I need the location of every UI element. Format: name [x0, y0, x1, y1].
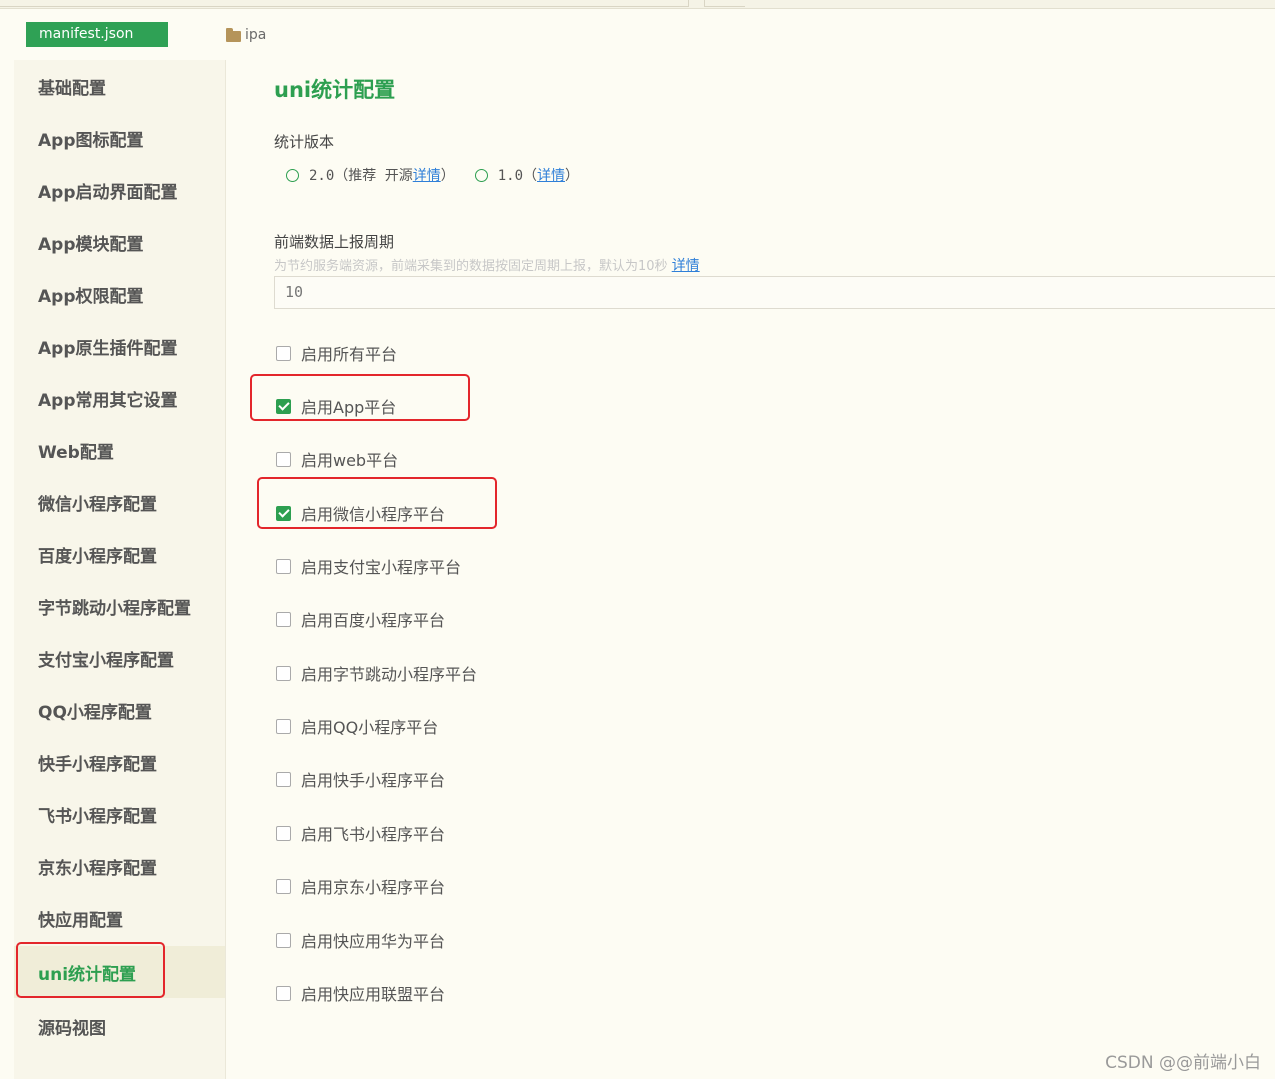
checkbox-label: 启用快应用华为平台: [301, 932, 446, 951]
checkbox[interactable]: [276, 345, 291, 361]
sidebar-item-toutiao-mp[interactable]: 字节跳动小程序配置: [14, 580, 225, 632]
sidebar-item-source-view[interactable]: 源码视图: [14, 1000, 225, 1052]
report-period-details-link[interactable]: 详情: [672, 258, 700, 274]
checkbox[interactable]: [276, 505, 291, 521]
checkbox[interactable]: [276, 665, 291, 681]
sidebar-item-feishu-mp[interactable]: 飞书小程序配置: [14, 788, 225, 840]
sidebar-item-baidu-mp[interactable]: 百度小程序配置: [14, 528, 225, 580]
checkbox-label: 启用飞书小程序平台: [301, 825, 446, 844]
sidebar-item-app-native-plugins[interactable]: App原生插件配置: [14, 320, 225, 372]
platform-web[interactable]: 启用web平台: [276, 447, 398, 471]
checkbox-label: 启用字节跳动小程序平台: [301, 665, 478, 684]
checkbox[interactable]: [276, 878, 291, 894]
report-period-hint: 为节约服务端资源，前端采集到的数据按固定周期上报，默认为10秒 详情: [274, 255, 700, 275]
checkbox[interactable]: [276, 771, 291, 787]
checkbox-label: 启用支付宝小程序平台: [301, 558, 462, 577]
sidebar-item-alipay-mp[interactable]: 支付宝小程序配置: [14, 632, 225, 684]
sidebar-item-app-splash[interactable]: App启动界面配置: [14, 164, 225, 216]
version-2-close: ）: [440, 168, 455, 184]
sidebar-item-qq-mp[interactable]: QQ小程序配置: [14, 684, 225, 736]
checkbox[interactable]: [276, 558, 291, 574]
checkbox[interactable]: [276, 611, 291, 627]
version-1-details-link[interactable]: 详情: [537, 165, 565, 185]
version-1-label: 1.0（: [497, 168, 538, 184]
platform-baidu-mp[interactable]: 启用百度小程序平台: [276, 607, 445, 631]
checkbox-label: 启用微信小程序平台: [301, 505, 446, 524]
platform-all[interactable]: 启用所有平台: [276, 341, 397, 365]
version-1-radio[interactable]: [474, 168, 488, 182]
breadcrumb[interactable]: ipa: [226, 25, 266, 45]
checkbox[interactable]: [276, 718, 291, 734]
checkbox[interactable]: [276, 985, 291, 1001]
platform-app[interactable]: 启用App平台: [276, 394, 396, 418]
checkbox-label: 启用百度小程序平台: [301, 611, 446, 630]
sidebar-item-app-icon[interactable]: App图标配置: [14, 112, 225, 164]
checkbox-label: 启用快手小程序平台: [301, 771, 446, 790]
report-period-label: 前端数据上报周期: [274, 233, 395, 251]
platform-weixin-mp[interactable]: 启用微信小程序平台: [276, 501, 445, 525]
sidebar-item-app-permissions[interactable]: App权限配置: [14, 268, 225, 320]
top-strip-segment: [0, 0, 689, 7]
platform-feishu-mp[interactable]: 启用飞书小程序平台: [276, 821, 445, 845]
report-period-hint-text: 为节约服务端资源，前端采集到的数据按固定周期上报，默认为10秒: [274, 259, 672, 274]
sidebar: 基础配置 App图标配置 App启动界面配置 App模块配置 App权限配置 A…: [14, 60, 226, 1079]
top-strip-segment: [704, 0, 745, 7]
sidebar-item-app-modules[interactable]: App模块配置: [14, 216, 225, 268]
platform-alipay-mp[interactable]: 启用支付宝小程序平台: [276, 554, 461, 578]
checkbox[interactable]: [276, 451, 291, 467]
platform-qq-mp[interactable]: 启用QQ小程序平台: [276, 714, 438, 738]
platform-toutiao-mp[interactable]: 启用字节跳动小程序平台: [276, 661, 477, 685]
sidebar-item-jd-mp[interactable]: 京东小程序配置: [14, 840, 225, 892]
sidebar-item-uni-stat[interactable]: uni统计配置: [14, 946, 225, 998]
sidebar-item-basic[interactable]: 基础配置: [14, 60, 225, 112]
platform-quickapp-union[interactable]: 启用快应用联盟平台: [276, 981, 445, 1005]
sidebar-item-weixin-mp[interactable]: 微信小程序配置: [14, 476, 225, 528]
checkbox-label: 启用京东小程序平台: [301, 878, 446, 897]
sidebar-item-quickapp[interactable]: 快应用配置: [14, 892, 225, 944]
version-2-radio[interactable]: [286, 168, 299, 182]
page-title: uni统计配置: [274, 78, 396, 102]
file-tab[interactable]: manifest.json: [26, 22, 168, 47]
checkbox[interactable]: [276, 825, 291, 841]
version-1-close: ）: [565, 168, 580, 184]
checkbox[interactable]: [276, 398, 291, 414]
sidebar-item-app-other-settings[interactable]: App常用其它设置: [14, 372, 225, 424]
breadcrumb-folder: ipa: [245, 27, 267, 43]
checkbox-label: 启用App平台: [301, 398, 397, 417]
sidebar-item-kuaishou-mp[interactable]: 快手小程序配置: [14, 736, 225, 788]
folder-icon: [226, 27, 241, 42]
checkbox-label: 启用web平台: [301, 451, 399, 470]
checkbox-label: 启用QQ小程序平台: [301, 718, 439, 737]
checkbox[interactable]: [276, 932, 291, 948]
version-2-label: 2.0（推荐 开源: [309, 168, 413, 184]
platform-kuaishou-mp[interactable]: 启用快手小程序平台: [276, 767, 445, 791]
checkbox-label: 启用所有平台: [301, 345, 398, 364]
checkbox-label: 启用快应用联盟平台: [301, 985, 446, 1004]
report-period-input[interactable]: 10: [274, 276, 1275, 309]
watermark: CSDN @@前端小白: [1105, 1053, 1261, 1073]
top-strip: [0, 0, 1275, 9]
platform-jd-mp[interactable]: 启用京东小程序平台: [276, 874, 445, 898]
version-label: 统计版本: [274, 133, 335, 151]
version-2-details-link[interactable]: 详情: [413, 165, 441, 185]
sidebar-item-web[interactable]: Web配置: [14, 424, 225, 476]
version-radio-group: 2.0（推荐 开源 详情 ） 1.0（ 详情 ）: [286, 165, 579, 185]
platform-quickapp-huawei[interactable]: 启用快应用华为平台: [276, 928, 445, 952]
